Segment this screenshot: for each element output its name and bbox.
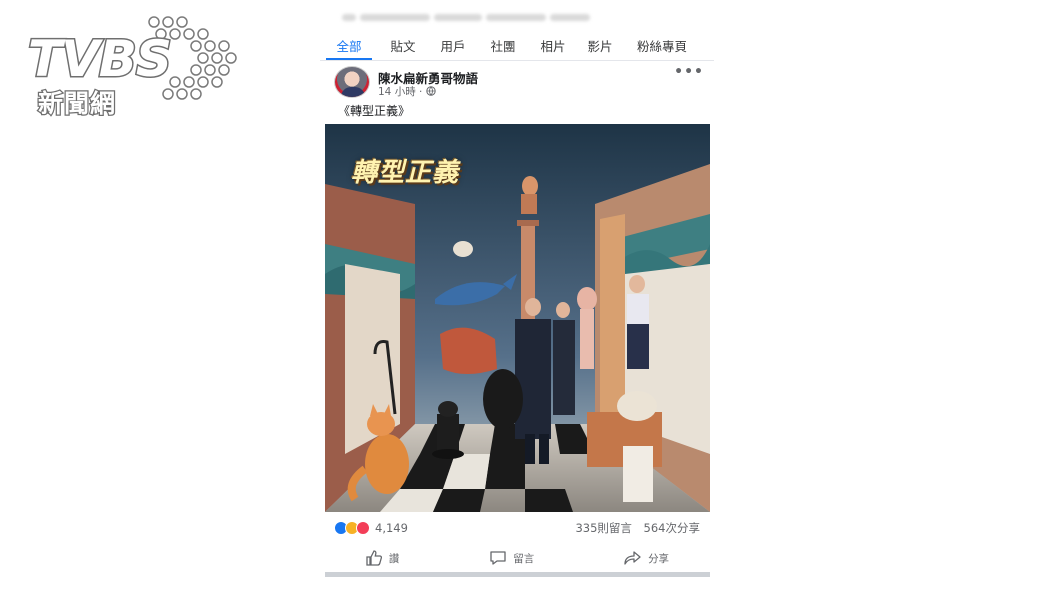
facebook-search-screen: 全部 貼文 用戶 社團 相片 影片 粉絲專頁 陳水扁新勇哥物語 14 小時 · … — [320, 0, 714, 596]
image-title-text: 轉型正義 — [351, 158, 460, 188]
tab-videos[interactable]: 影片 — [578, 32, 622, 62]
post-caption: 《轉型正義》 — [338, 104, 411, 118]
comment-icon — [490, 551, 506, 565]
share-icon — [624, 551, 641, 565]
thumbs-up-icon — [366, 550, 382, 566]
comment-label: 留言 — [513, 552, 535, 565]
share-button[interactable]: 分享 — [624, 550, 669, 566]
like-label: 讚 — [388, 552, 400, 565]
search-filter-tabs: 全部 貼文 用戶 社團 相片 影片 粉絲專頁 — [320, 32, 714, 62]
logo-wordmark: TVBS — [27, 29, 174, 90]
globe-icon — [426, 86, 436, 96]
comment-count[interactable]: 335則留言 — [575, 521, 631, 535]
post-time[interactable]: 14 小時 · — [378, 86, 422, 98]
post-header: 陳水扁新勇哥物語 14 小時 · ••• — [334, 64, 704, 100]
post-meta: 14 小時 · — [378, 84, 436, 99]
reaction-summary[interactable]: 4,149 — [334, 518, 408, 538]
post-image[interactable]: 轉型正義 — [325, 124, 710, 512]
blurred-search-bar — [342, 6, 682, 21]
tab-posts[interactable]: 貼文 — [378, 32, 428, 62]
post-separator — [325, 572, 710, 577]
share-label: 分享 — [648, 552, 670, 565]
tab-people[interactable]: 用戶 — [428, 32, 478, 62]
more-dots-icon[interactable]: ••• — [674, 64, 704, 80]
tab-photos[interactable]: 相片 — [528, 32, 578, 62]
tab-pages[interactable]: 粉絲專頁 — [622, 32, 702, 62]
tab-groups[interactable]: 社團 — [478, 32, 528, 62]
love-reaction-icon — [356, 521, 370, 535]
share-count[interactable]: 564次分享 — [644, 521, 700, 535]
tvbs-logo: TVBS 新聞網 — [27, 14, 237, 120]
comment-button[interactable]: 留言 — [489, 550, 534, 566]
like-button[interactable]: 讚 — [365, 550, 400, 566]
post-stats: 335則留言 564次分享 — [567, 520, 700, 536]
reaction-count: 4,149 — [375, 521, 408, 535]
tabs-divider — [320, 60, 714, 61]
post-actions: 讚 留言 分享 — [320, 544, 714, 572]
logo-subtitle: 新聞網 — [37, 88, 117, 120]
avatar[interactable] — [334, 66, 370, 98]
